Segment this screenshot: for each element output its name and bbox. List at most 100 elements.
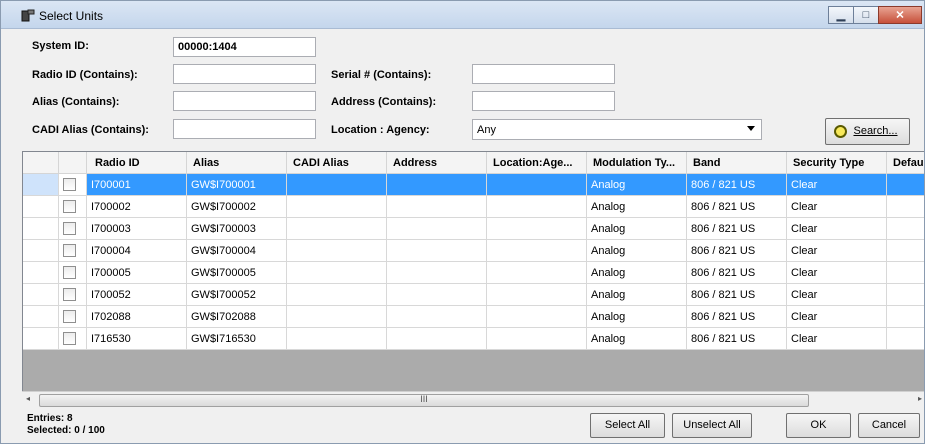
cell-address bbox=[387, 174, 487, 196]
serial-input[interactable] bbox=[472, 64, 615, 84]
scrollbar-thumb[interactable]: III bbox=[39, 394, 809, 407]
cell-cadi-alias bbox=[287, 174, 387, 196]
grid-header: Radio ID Alias CADI Alias Address Locati… bbox=[23, 152, 924, 174]
table-row[interactable]: I700001 GW$I700001 Analog 806 / 821 US Clear bbox=[23, 174, 924, 196]
cell-address bbox=[387, 328, 487, 350]
scroll-left-icon[interactable]: ◂ bbox=[26, 394, 30, 403]
serial-label: Serial # (Contains): bbox=[331, 69, 432, 81]
cell-checkbox bbox=[59, 196, 87, 218]
radio-id-label: Radio ID (Contains): bbox=[32, 69, 138, 81]
search-button-label: Search... bbox=[853, 125, 898, 137]
cell-cadi-alias bbox=[287, 218, 387, 240]
cell-band: 806 / 821 US bbox=[687, 218, 787, 240]
cancel-button[interactable]: Cancel bbox=[858, 413, 920, 438]
row-header[interactable] bbox=[23, 174, 59, 196]
cell-checkbox bbox=[59, 284, 87, 306]
row-checkbox[interactable] bbox=[63, 244, 76, 257]
location-label: Location : Agency: bbox=[331, 124, 430, 136]
cell-cadi-alias bbox=[287, 306, 387, 328]
cell-default bbox=[887, 262, 924, 284]
cell-security-type: Clear bbox=[787, 328, 887, 350]
row-checkbox[interactable] bbox=[63, 222, 76, 235]
row-header[interactable] bbox=[23, 218, 59, 240]
ok-button[interactable]: OK bbox=[786, 413, 851, 438]
cell-address bbox=[387, 262, 487, 284]
maximize-button[interactable]: □ bbox=[853, 6, 879, 24]
table-row[interactable]: I700052 GW$I700052 Analog 806 / 821 US Clear bbox=[23, 284, 924, 306]
row-header[interactable] bbox=[23, 240, 59, 262]
table-row[interactable]: I716530 GW$I716530 Analog 806 / 821 US Clear bbox=[23, 328, 924, 350]
cell-radio-id: I702088 bbox=[87, 306, 187, 328]
cell-default bbox=[887, 306, 924, 328]
cell-band: 806 / 821 US bbox=[687, 306, 787, 328]
close-button[interactable]: ✕ bbox=[878, 6, 922, 24]
row-checkbox[interactable] bbox=[63, 200, 76, 213]
cell-band: 806 / 821 US bbox=[687, 328, 787, 350]
cell-radio-id: I700004 bbox=[87, 240, 187, 262]
row-checkbox[interactable] bbox=[63, 288, 76, 301]
table-row[interactable]: I700005 GW$I700005 Analog 806 / 821 US Clear bbox=[23, 262, 924, 284]
cell-address bbox=[387, 218, 487, 240]
select-all-button[interactable]: Select All bbox=[590, 413, 665, 438]
minimize-button[interactable]: ▁ bbox=[828, 6, 854, 24]
address-label: Address (Contains): bbox=[331, 96, 437, 108]
row-header[interactable] bbox=[23, 196, 59, 218]
alias-input[interactable] bbox=[173, 91, 316, 111]
row-header[interactable] bbox=[23, 306, 59, 328]
table-row[interactable]: I702088 GW$I702088 Analog 806 / 821 US Clear bbox=[23, 306, 924, 328]
row-header[interactable] bbox=[23, 262, 59, 284]
cell-checkbox bbox=[59, 262, 87, 284]
entries-count: Entries: 8 bbox=[27, 413, 73, 424]
title-bar[interactable]: Select Units ▁ □ ✕ bbox=[1, 1, 924, 29]
cell-address bbox=[387, 196, 487, 218]
cell-radio-id: I700001 bbox=[87, 174, 187, 196]
row-checkbox[interactable] bbox=[63, 266, 76, 279]
system-id-label: System ID: bbox=[32, 40, 89, 52]
radio-id-input[interactable] bbox=[173, 64, 316, 84]
cell-alias: GW$I700001 bbox=[187, 174, 287, 196]
search-button[interactable]: Search... bbox=[825, 118, 910, 145]
horizontal-scrollbar[interactable]: ◂ III ▸ bbox=[22, 391, 924, 408]
table-row[interactable]: I700003 GW$I700003 Analog 806 / 821 US Clear bbox=[23, 218, 924, 240]
cell-alias: GW$I700052 bbox=[187, 284, 287, 306]
column-header-band[interactable]: Band bbox=[687, 152, 787, 174]
cell-modulation: Analog bbox=[587, 240, 687, 262]
cell-modulation: Analog bbox=[587, 284, 687, 306]
column-header-security-type[interactable]: Security Type bbox=[787, 152, 887, 174]
column-header-default[interactable]: Defaul bbox=[887, 152, 924, 174]
table-row[interactable]: I700004 GW$I700004 Analog 806 / 821 US Clear bbox=[23, 240, 924, 262]
scroll-right-icon[interactable]: ▸ bbox=[918, 394, 922, 403]
column-header-address[interactable]: Address bbox=[387, 152, 487, 174]
row-checkbox[interactable] bbox=[63, 310, 76, 323]
cadi-alias-input[interactable] bbox=[173, 119, 316, 139]
address-input[interactable] bbox=[472, 91, 615, 111]
table-row[interactable]: I700002 GW$I700002 Analog 806 / 821 US Clear bbox=[23, 196, 924, 218]
cell-modulation: Analog bbox=[587, 328, 687, 350]
row-checkbox[interactable] bbox=[63, 332, 76, 345]
column-header-radio-id[interactable]: Radio ID bbox=[87, 152, 187, 174]
column-header-alias[interactable]: Alias bbox=[187, 152, 287, 174]
alias-label: Alias (Contains): bbox=[32, 96, 120, 108]
units-grid: Radio ID Alias CADI Alias Address Locati… bbox=[22, 151, 924, 405]
cadi-alias-label: CADI Alias (Contains): bbox=[32, 124, 149, 136]
column-header-location[interactable]: Location:Age... bbox=[487, 152, 587, 174]
row-header[interactable] bbox=[23, 284, 59, 306]
location-agency-select[interactable]: Any bbox=[472, 119, 762, 140]
cell-default bbox=[887, 284, 924, 306]
cell-radio-id: I716530 bbox=[87, 328, 187, 350]
column-header-modulation[interactable]: Modulation Ty... bbox=[587, 152, 687, 174]
row-checkbox[interactable] bbox=[63, 178, 76, 191]
cell-radio-id: I700052 bbox=[87, 284, 187, 306]
cell-alias: GW$I700004 bbox=[187, 240, 287, 262]
cell-radio-id: I700005 bbox=[87, 262, 187, 284]
cell-security-type: Clear bbox=[787, 262, 887, 284]
cell-checkbox bbox=[59, 174, 87, 196]
cell-checkbox bbox=[59, 240, 87, 262]
cell-default bbox=[887, 218, 924, 240]
cell-cadi-alias bbox=[287, 196, 387, 218]
row-header[interactable] bbox=[23, 328, 59, 350]
system-id-field[interactable]: 00000:1404 bbox=[173, 37, 316, 57]
checkbox-column-header[interactable] bbox=[59, 152, 87, 174]
unselect-all-button[interactable]: Unselect All bbox=[672, 413, 752, 438]
column-header-cadi-alias[interactable]: CADI Alias bbox=[287, 152, 387, 174]
